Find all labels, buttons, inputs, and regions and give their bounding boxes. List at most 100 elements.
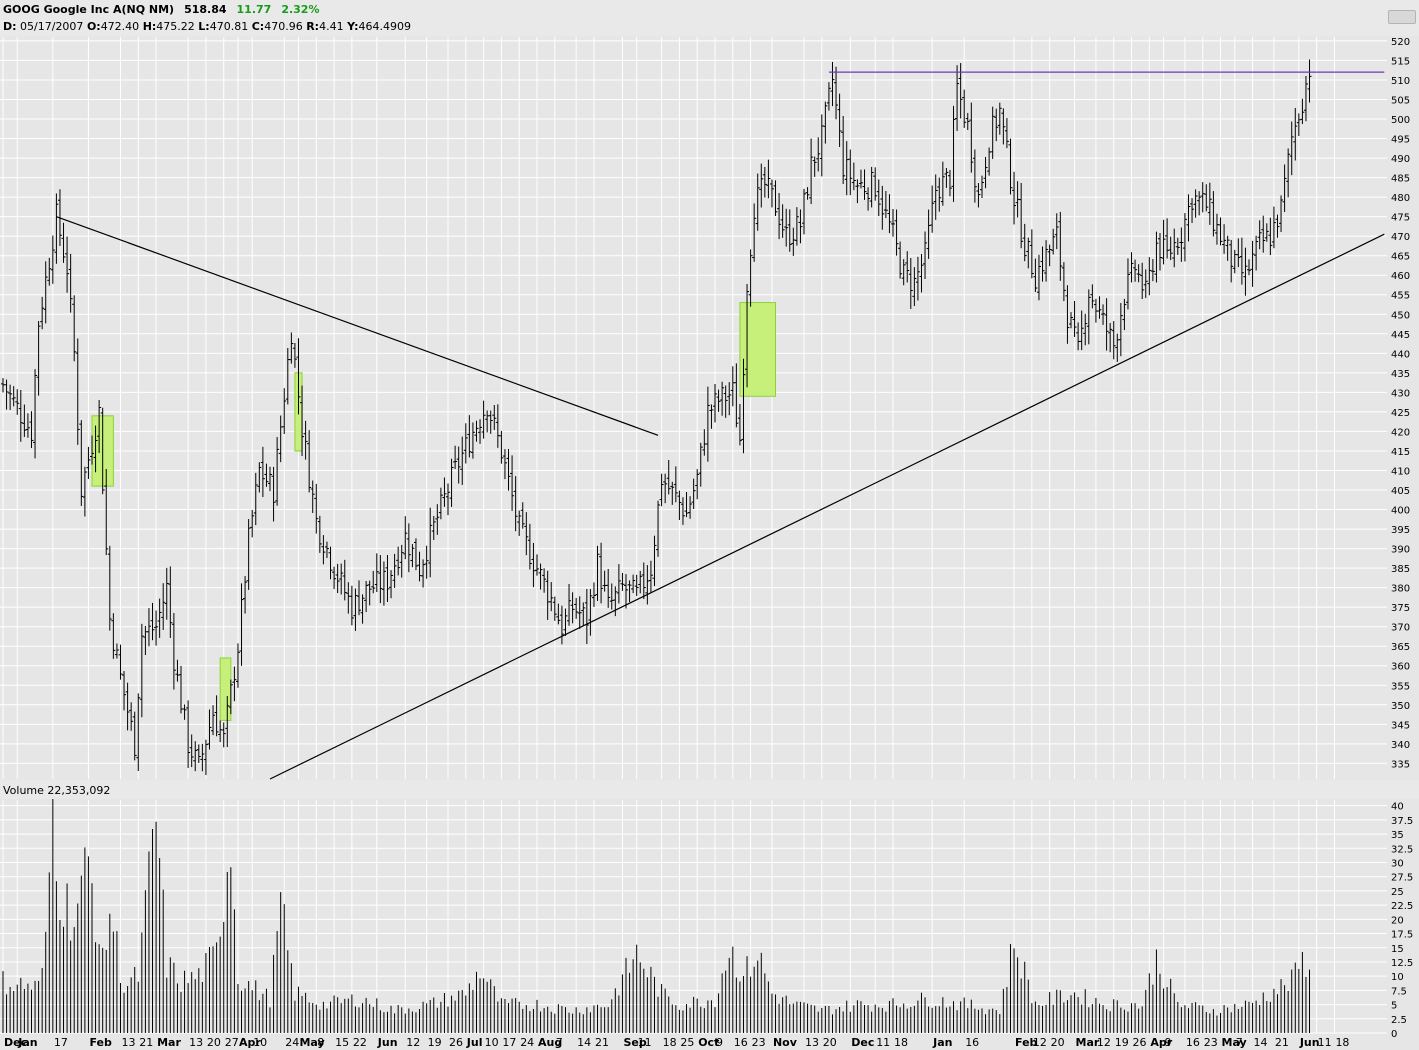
date-tick-label: 27 <box>225 1036 239 1049</box>
price-tick-label: 485 <box>1391 174 1410 185</box>
date-tick-label: 24 <box>285 1036 299 1049</box>
volume-tick-label: 20 <box>1391 915 1404 926</box>
volume-tick-label: 15 <box>1391 944 1404 955</box>
date-tick-label: 9 <box>1165 1036 1172 1049</box>
date-tick-label: Nov <box>773 1036 798 1049</box>
date-tick-label: 13 <box>805 1036 819 1049</box>
volume-tick-label: 5 <box>1391 1001 1397 1012</box>
volume-tick-label: 27.5 <box>1391 873 1413 884</box>
date-tick-label: 8 <box>317 1036 324 1049</box>
volume-tick-label: 25 <box>1391 887 1404 898</box>
price-tick-label: 475 <box>1391 213 1410 224</box>
date-tick-label: Feb <box>89 1036 112 1049</box>
date-tick-label: 15 <box>335 1036 349 1049</box>
price-tick-label: 440 <box>1391 349 1410 360</box>
date-tick-label: Jul <box>466 1036 483 1049</box>
date-tick-label: 13 <box>189 1036 203 1049</box>
date-tick-label: 22 <box>353 1036 367 1049</box>
price-tick-label: 450 <box>1391 310 1410 321</box>
date-tick-label: 24 <box>520 1036 534 1049</box>
date-tick-label: 20 <box>823 1036 837 1049</box>
date-tick-label: 16 <box>734 1036 748 1049</box>
volume-tick-label: 40 <box>1391 802 1404 813</box>
date-tick-label: 23 <box>752 1036 766 1049</box>
date-tick-label: 21 <box>1275 1036 1289 1049</box>
gap-box-4 <box>739 302 777 397</box>
date-tick-label: 16 <box>1186 1036 1200 1049</box>
price-tick-label: 510 <box>1391 76 1410 87</box>
price-tick-label: 445 <box>1391 330 1410 341</box>
price-axis: 335 340 345 350 355 360 365 370 375 380 385 390 395 4… <box>1391 37 1410 770</box>
price-tick-label: 350 <box>1391 701 1410 712</box>
volume-label-bar <box>0 780 1419 799</box>
price-tick-label: 495 <box>1391 135 1410 146</box>
date-tick-label: 12 <box>1097 1036 1111 1049</box>
date-tick-label: 11 <box>638 1036 652 1049</box>
date-tick-label: 18 <box>663 1036 677 1049</box>
volume-tick-label: 32.5 <box>1391 844 1413 855</box>
date-tick-label: 21 <box>595 1036 609 1049</box>
price-tick-label: 480 <box>1391 193 1410 204</box>
date-tick-label: 11 <box>876 1036 890 1049</box>
volume-tick-label: 35 <box>1391 830 1404 841</box>
date-tick-label: 16 <box>965 1036 979 1049</box>
gap-box-2 <box>219 657 232 721</box>
price-tick-label: 425 <box>1391 408 1410 419</box>
price-tick-label: 415 <box>1391 447 1410 458</box>
date-tick-label: Mar <box>157 1036 181 1049</box>
date-tick-label: 10 <box>485 1036 499 1049</box>
date-tick-label: 20 <box>207 1036 221 1049</box>
price-tick-label: 430 <box>1391 388 1410 399</box>
price-tick-label: 455 <box>1391 291 1410 302</box>
date-tick-label: Jun <box>377 1036 398 1049</box>
date-tick-label: 18 <box>894 1036 908 1049</box>
price-tick-label: 380 <box>1391 584 1410 595</box>
price-tick-label: 340 <box>1391 740 1410 751</box>
price-tick-label: 435 <box>1391 369 1410 380</box>
date-tick-label: 11 <box>1318 1036 1332 1049</box>
date-tick-label: 7 <box>556 1036 563 1049</box>
price-tick-label: 465 <box>1391 252 1410 263</box>
price-volume-chart[interactable]: 3353403453503553603653703753803853903954… <box>0 0 1419 1050</box>
date-tick-label: May <box>1222 1036 1247 1049</box>
volume-label: Volume 22,353,092 <box>3 784 110 797</box>
date-tick-label: 18 <box>1335 1036 1349 1049</box>
price-tick-label: 355 <box>1391 681 1410 692</box>
date-tick-label: 12 <box>1033 1036 1047 1049</box>
price-tick-label: 375 <box>1391 603 1410 614</box>
volume-tick-label: 37.5 <box>1391 816 1413 827</box>
volume-tick-label: 10 <box>1391 972 1404 983</box>
volume-tick-label: 7.5 <box>1391 986 1407 997</box>
date-tick-label: 25 <box>680 1036 694 1049</box>
date-tick-label: 14 <box>1254 1036 1268 1049</box>
price-tick-label: 470 <box>1391 232 1410 243</box>
price-tick-label: 385 <box>1391 564 1410 575</box>
volume-tick-label: 0 <box>1391 1029 1397 1040</box>
volume-tick-label: 30 <box>1391 859 1404 870</box>
date-tick-label: 20 <box>1051 1036 1065 1049</box>
price-tick-label: 410 <box>1391 466 1410 477</box>
price-tick-label: 400 <box>1391 506 1410 517</box>
price-tick-label: 345 <box>1391 720 1410 731</box>
price-tick-label: 460 <box>1391 271 1410 282</box>
date-tick-label: 23 <box>1204 1036 1218 1049</box>
price-tick-label: 490 <box>1391 154 1410 165</box>
date-tick-label: 7 <box>1236 1036 1243 1049</box>
date-axis: DecJan 17 Feb 13 21 Mar 13 20 27 Apr10 24 May8 15 22 J… <box>4 1036 1349 1049</box>
date-tick-label: 9 <box>716 1036 723 1049</box>
date-tick-label: 12 <box>406 1036 420 1049</box>
date-tick-label: 26 <box>1133 1036 1147 1049</box>
price-tick-label: 500 <box>1391 115 1410 126</box>
date-tick-label: 19 <box>428 1036 442 1049</box>
price-tick-label: 515 <box>1391 56 1410 67</box>
price-tick-label: 405 <box>1391 486 1410 497</box>
volume-tick-label: 2.5 <box>1391 1015 1407 1026</box>
date-tick-label: Jun <box>1299 1036 1320 1049</box>
price-tick-label: 360 <box>1391 662 1410 673</box>
volume-axis: 0 2.5 5 7.5 10 12.5 15 17.5 20 22.5 25 27.5 30 32.5 35… <box>1391 802 1413 1040</box>
date-tick-label: Jan <box>17 1036 37 1049</box>
price-tick-label: 520 <box>1391 37 1410 48</box>
date-tick-label: 17 <box>502 1036 516 1049</box>
date-tick-label: 14 <box>577 1036 591 1049</box>
price-tick-label: 420 <box>1391 427 1410 438</box>
